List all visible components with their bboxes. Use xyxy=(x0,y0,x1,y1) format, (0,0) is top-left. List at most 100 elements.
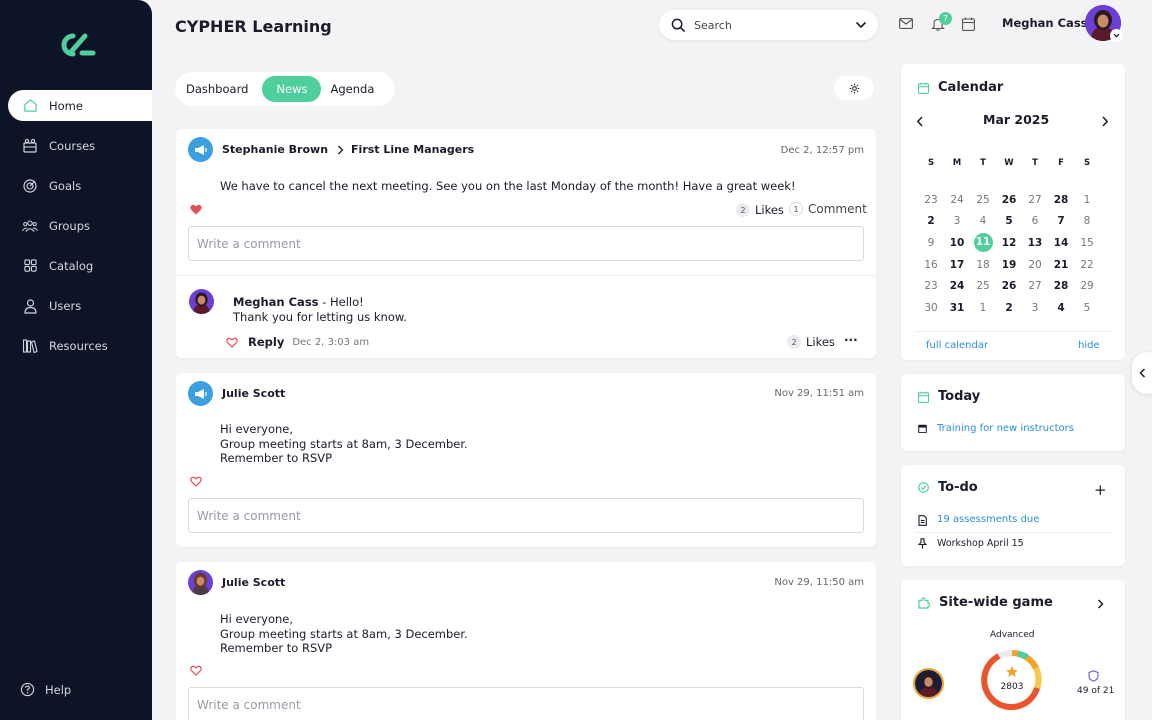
calendar-day[interactable]: 22 xyxy=(1074,259,1100,271)
comment-field[interactable] xyxy=(188,498,864,533)
calendar-day[interactable]: 2 xyxy=(918,215,944,227)
sidebar-item-home[interactable]: Home xyxy=(8,90,152,121)
settings-button[interactable] xyxy=(834,76,874,100)
sidebar-item-goals[interactable]: Goals xyxy=(8,170,152,201)
calendar-day[interactable]: 28 xyxy=(1048,280,1074,292)
search-dropdown-button[interactable] xyxy=(851,15,871,35)
calendar-day[interactable]: 19 xyxy=(996,259,1022,271)
calendar-day-number: 15 xyxy=(1080,236,1094,249)
help-link[interactable]: Help xyxy=(20,682,71,697)
calendar-day[interactable]: 5 xyxy=(1074,302,1100,314)
today-event-link[interactable]: Training for new instructors xyxy=(937,423,1074,434)
groups-icon xyxy=(22,218,38,234)
calendar-day[interactable]: 15 xyxy=(1074,237,1100,249)
post-author[interactable]: Julie Scott xyxy=(222,387,285,400)
calendar-day[interactable]: 7 xyxy=(1048,215,1074,227)
sidebar-item-label: Users xyxy=(49,298,82,313)
search-bar[interactable] xyxy=(659,10,878,40)
mail-icon[interactable] xyxy=(899,18,913,29)
tab-agenda[interactable]: Agenda xyxy=(321,76,384,102)
calendar-day[interactable]: 25 xyxy=(970,280,996,292)
reply-author[interactable]: Meghan Cass xyxy=(233,295,319,309)
calendar-day[interactable]: 12 xyxy=(996,237,1022,249)
sidebar-item-users[interactable]: Users xyxy=(8,290,152,321)
calendar-day[interactable]: 28 xyxy=(1048,194,1074,206)
calendar-day-today[interactable]: 11 xyxy=(970,233,996,253)
game-open-button[interactable] xyxy=(1097,599,1104,609)
calendar-day[interactable]: 29 xyxy=(1074,280,1100,292)
calendar-day[interactable]: 20 xyxy=(1022,259,1048,271)
calendar-day[interactable]: 2 xyxy=(996,302,1022,314)
calendar-day[interactable]: 3 xyxy=(944,215,970,227)
like-button[interactable] xyxy=(190,204,202,215)
calendar-day[interactable]: 10 xyxy=(944,237,970,249)
heart-outline-icon[interactable] xyxy=(226,337,238,348)
collapse-panel-button[interactable] xyxy=(1132,352,1152,394)
cypher-logo[interactable] xyxy=(56,31,96,59)
calendar-day[interactable]: 24 xyxy=(944,194,970,206)
calendar-day[interactable]: 31 xyxy=(944,302,970,314)
calendar-day[interactable]: 27 xyxy=(1022,194,1048,206)
calendar-day-number: 20 xyxy=(1028,258,1042,271)
user-menu-chevron[interactable] xyxy=(1110,29,1123,42)
comment-input[interactable] xyxy=(197,697,863,712)
calendar-day[interactable]: 25 xyxy=(970,194,996,206)
reply-likes[interactable]: 2 Likes xyxy=(787,335,835,349)
calendar-icon[interactable] xyxy=(962,17,975,31)
calendar-day[interactable]: 17 xyxy=(944,259,970,271)
tab-news[interactable]: News xyxy=(262,76,322,102)
calendar-day[interactable]: 21 xyxy=(1048,259,1074,271)
calendar-day[interactable]: 14 xyxy=(1048,237,1074,249)
calendar-day[interactable]: 27 xyxy=(1022,280,1048,292)
today-widget xyxy=(901,374,1125,451)
like-button[interactable] xyxy=(190,476,202,487)
add-todo-button[interactable]: + xyxy=(1094,483,1107,498)
hide-calendar-link[interactable]: hide xyxy=(1078,340,1100,351)
calendar-day[interactable]: 26 xyxy=(996,280,1022,292)
tab-dashboard[interactable]: Dashboard xyxy=(179,76,262,102)
like-button[interactable] xyxy=(190,665,202,676)
next-month-button[interactable] xyxy=(1101,116,1109,127)
post-author[interactable]: Stephanie Brown xyxy=(222,143,328,156)
prev-month-button[interactable] xyxy=(916,116,924,127)
comment-field[interactable] xyxy=(188,226,864,261)
sidebar-item-groups[interactable]: Groups xyxy=(8,210,152,241)
search-input[interactable] xyxy=(694,18,834,32)
comment-input[interactable] xyxy=(197,236,863,251)
reply-button[interactable]: Reply xyxy=(248,335,284,349)
calendar-day[interactable]: 5 xyxy=(996,215,1022,227)
calendar-day[interactable]: 26 xyxy=(996,194,1022,206)
calendar-day[interactable]: 30 xyxy=(918,302,944,314)
todo-item-workshop[interactable]: Workshop April 15 xyxy=(937,538,1024,549)
calendar-day[interactable]: 6 xyxy=(1022,215,1048,227)
calendar-day-number: 2 xyxy=(1005,301,1013,314)
calendar-day[interactable]: 4 xyxy=(1048,302,1074,314)
comment-field[interactable] xyxy=(188,687,864,720)
calendar-day[interactable]: 23 xyxy=(918,194,944,206)
post-target-group[interactable]: First Line Managers xyxy=(351,143,474,156)
post-likes[interactable]: 2 Likes xyxy=(736,203,784,217)
todo-item-assessments[interactable]: 19 assessments due xyxy=(937,514,1039,525)
calendar-day[interactable]: 4 xyxy=(970,215,996,227)
more-options-icon[interactable]: ··· xyxy=(844,333,858,347)
calendar-day[interactable]: 16 xyxy=(918,259,944,271)
post-header: Julie Scott xyxy=(188,381,285,406)
calendar-day[interactable]: 13 xyxy=(1022,237,1048,249)
calendar-day[interactable]: 8 xyxy=(1074,215,1100,227)
calendar-day[interactable]: 24 xyxy=(944,280,970,292)
calendar-day[interactable]: 1 xyxy=(970,302,996,314)
heart-outline-icon xyxy=(190,476,202,487)
sidebar-item-courses[interactable]: Courses xyxy=(8,130,152,161)
full-calendar-link[interactable]: full calendar xyxy=(926,340,988,351)
post-comments[interactable]: 1 Comment xyxy=(789,202,867,216)
calendar-day[interactable]: 1 xyxy=(1074,194,1100,206)
calendar-day[interactable]: 18 xyxy=(970,259,996,271)
post-author[interactable]: Julie Scott xyxy=(222,576,285,589)
comment-input[interactable] xyxy=(197,508,863,523)
calendar-day[interactable]: 23 xyxy=(918,280,944,292)
calendar-day[interactable]: 3 xyxy=(1022,302,1048,314)
sidebar-item-catalog[interactable]: Catalog xyxy=(8,250,152,281)
calendar-day[interactable]: 9 xyxy=(918,237,944,249)
sidebar-item-resources[interactable]: Resources xyxy=(8,330,152,361)
user-name[interactable]: Meghan Cass xyxy=(1002,16,1088,30)
